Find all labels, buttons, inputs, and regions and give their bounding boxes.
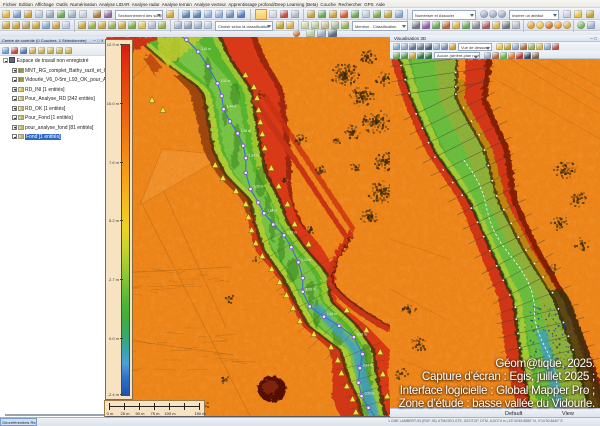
- svg-text:0,98 m: 0,98 m: [357, 333, 367, 337]
- svg-text:1,29 m: 1,29 m: [254, 185, 264, 189]
- svg-text:1,38 m: 1,38 m: [241, 129, 251, 133]
- svg-text:1,18 m: 1,18 m: [287, 231, 297, 235]
- svg-text:1,04 m: 1,04 m: [327, 312, 337, 316]
- svg-text:1,52 m: 1,52 m: [221, 79, 231, 83]
- svg-text:1,61 m: 1,61 m: [201, 47, 211, 51]
- svg-text:1,34 m: 1,34 m: [249, 154, 259, 158]
- svg-text:1,44 m: 1,44 m: [227, 105, 237, 109]
- svg-text:1,24 m: 1,24 m: [267, 209, 277, 213]
- svg-text:1,08 m: 1,08 m: [306, 287, 316, 291]
- svg-text:1,12 m: 1,12 m: [301, 258, 311, 262]
